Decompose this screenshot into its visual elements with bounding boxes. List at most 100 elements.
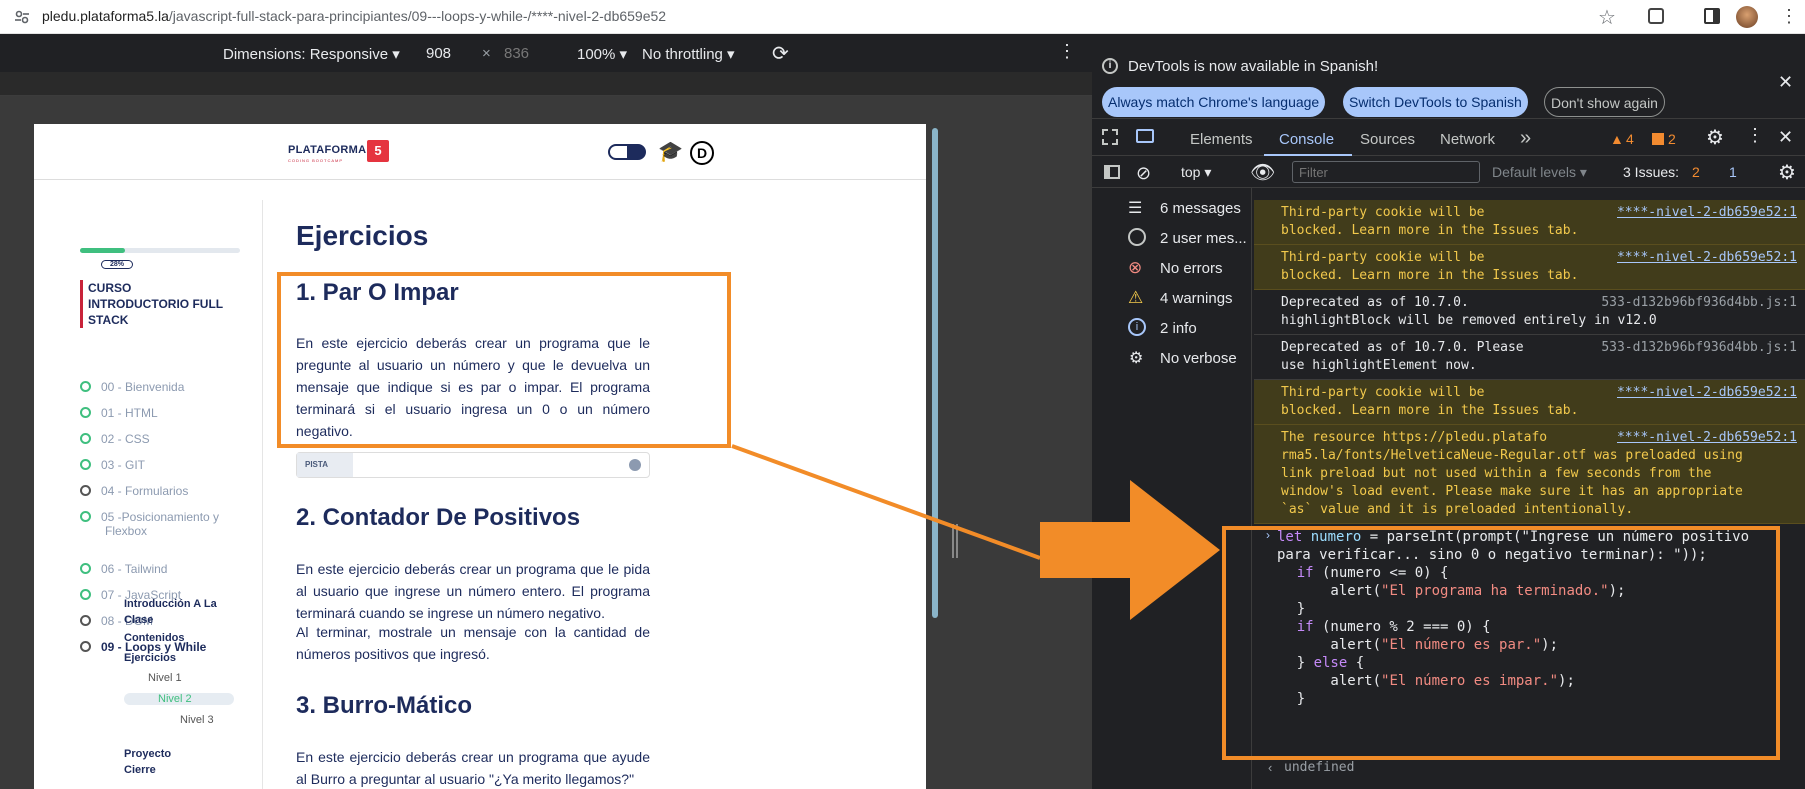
sub-item[interactable]: Cierre: [124, 764, 156, 776]
throttle-select[interactable]: No throttling ▾: [642, 45, 735, 63]
sub-item[interactable]: Ejercicios: [124, 652, 176, 664]
console-message[interactable]: Deprecated as of 10.7.0. highlightBlock …: [1254, 290, 1805, 335]
width-input[interactable]: 908: [426, 45, 451, 62]
issues-error-count[interactable]: 2: [1692, 164, 1700, 180]
avatar[interactable]: [1736, 6, 1758, 28]
sidebar-item[interactable]: 04 - Formularios: [80, 484, 188, 498]
sidebar-item[interactable]: 02 - CSS: [80, 432, 150, 446]
filter-input[interactable]: [1292, 161, 1480, 183]
ex3-text: En este ejercicio deberás crear un progr…: [296, 749, 650, 787]
message-source-link[interactable]: 533-d132b96bf936d4bb.js:1: [1601, 294, 1797, 312]
inspect-icon[interactable]: [1102, 129, 1118, 145]
side-panel-icon[interactable]: [1704, 8, 1720, 24]
sidebar-verbose[interactable]: No verbose: [1160, 350, 1237, 367]
tab-console[interactable]: Console: [1279, 131, 1334, 148]
logo-subtitle: CODING BOOTCAMP: [288, 158, 344, 163]
message-source-link[interactable]: ****-nivel-2-db659e52:1: [1617, 204, 1797, 222]
console-message[interactable]: The resource https://pledu.platafo rma5.…: [1254, 425, 1805, 524]
pista-bar[interactable]: PISTA: [296, 452, 650, 478]
sidebar-item[interactable]: 05 -Posicionamiento y Flexbox: [80, 510, 219, 538]
issues-label[interactable]: 3 Issues:: [1623, 164, 1679, 180]
nivel-item[interactable]: Nivel 3: [130, 714, 214, 726]
clear-console-icon[interactable]: ⊘: [1136, 163, 1151, 184]
sidebar-item-label: 02 - CSS: [101, 432, 150, 446]
sidebar-item-label-2: Flexbox: [105, 524, 148, 538]
switch-spanish-button[interactable]: Switch DevTools to Spanish: [1343, 87, 1528, 117]
sidebar-item[interactable]: 06 - Tailwind: [80, 562, 167, 576]
sidebar-item[interactable]: 00 - Bienvenida: [80, 380, 184, 394]
sidebar-item-label: 00 - Bienvenida: [101, 380, 185, 394]
nivel-item[interactable]: Nivel 2: [124, 693, 234, 705]
highlight-exercise-box: [277, 272, 731, 448]
message-source-link[interactable]: ****-nivel-2-db659e52:1: [1617, 429, 1797, 447]
message-source-link[interactable]: 533-d132b96bf936d4bb.js:1: [1601, 339, 1797, 357]
sidebar-errors[interactable]: No errors: [1160, 260, 1223, 277]
settings-gear-icon[interactable]: ⚙: [1706, 125, 1724, 150]
user-avatar-icon[interactable]: D: [690, 141, 714, 165]
match-language-button[interactable]: Always match Chrome's language: [1102, 87, 1326, 117]
context-select[interactable]: top ▾: [1181, 164, 1211, 181]
message-source-link[interactable]: ****-nivel-2-db659e52:1: [1617, 384, 1797, 402]
ex2-title: 2. Contador De Positivos: [296, 504, 581, 531]
error-count[interactable]: 2: [1668, 131, 1676, 147]
dont-show-button[interactable]: Don't show again: [1544, 87, 1665, 117]
console-settings-icon[interactable]: ⚙: [1778, 160, 1796, 185]
sidebar-item-label: 05 -Posicionamiento y: [101, 510, 220, 524]
issues-info-count[interactable]: 1: [1729, 164, 1737, 180]
sub-item[interactable]: Introducción A La: [124, 598, 217, 610]
console-message[interactable]: Third-party cookie will be blocked. Lear…: [1254, 245, 1805, 290]
bookmark-star-icon[interactable]: ☆: [1598, 5, 1616, 30]
sidebar-warnings[interactable]: 4 warnings: [1160, 290, 1233, 307]
url-text[interactable]: pledu.plataforma5.la/javascript-full-sta…: [42, 8, 666, 24]
theme-toggle-icon[interactable]: [608, 144, 646, 160]
rotate-icon[interactable]: ⟳: [772, 41, 789, 66]
sub-item[interactable]: Proyecto: [124, 748, 171, 760]
zoom-select[interactable]: 100% ▾: [577, 45, 627, 63]
more-tabs-icon[interactable]: »: [1520, 127, 1531, 150]
info-circle-icon: i: [1128, 318, 1146, 336]
device-toggle-icon[interactable]: [1136, 129, 1154, 143]
live-expression-icon[interactable]: 👁: [1250, 160, 1275, 185]
logo[interactable]: PLATAFORMA: [288, 144, 366, 156]
sub-item[interactable]: Contenidos: [124, 632, 185, 644]
logo-number: 5: [367, 140, 389, 162]
error-count-icon[interactable]: [1652, 133, 1664, 145]
progress-label: 28%: [101, 260, 134, 269]
dimensions-select[interactable]: Dimensions: Responsive ▾: [223, 45, 400, 63]
sidebar-toggle-icon[interactable]: [1104, 165, 1120, 179]
console-result: undefined: [1284, 760, 1355, 775]
tab-elements[interactable]: Elements: [1190, 131, 1253, 148]
console-message[interactable]: Third-party cookie will be blocked. Lear…: [1254, 380, 1805, 425]
address-bar[interactable]: pledu.plataforma5.la/javascript-full-sta…: [0, 0, 1805, 34]
sidebar-item[interactable]: 03 - GIT: [80, 458, 145, 472]
devtools-menu-icon[interactable]: ⋮: [1746, 125, 1764, 146]
ex2-text2: Al terminar, mostrale un mensaje con la …: [296, 624, 650, 662]
extensions-icon[interactable]: [1648, 8, 1664, 24]
device-menu-icon[interactable]: ⋮: [1058, 41, 1076, 62]
info-icon: i: [1102, 58, 1118, 74]
graduation-cap-icon[interactable]: 🎓: [658, 139, 683, 164]
check-circle-icon: [80, 433, 91, 444]
warning-count[interactable]: 4: [1626, 131, 1634, 147]
tab-network[interactable]: Network: [1440, 131, 1495, 148]
message-source-link[interactable]: ****-nivel-2-db659e52:1: [1617, 249, 1797, 267]
media-query-ruler: [0, 72, 1092, 96]
console-message[interactable]: Deprecated as of 10.7.0. Please use high…: [1254, 335, 1805, 380]
warning-count-icon[interactable]: ▲: [1610, 131, 1624, 147]
sidebar-user-messages[interactable]: 2 user mes...: [1160, 230, 1247, 247]
eye-icon[interactable]: [629, 459, 641, 471]
nivel-item[interactable]: Nivel 1: [130, 672, 182, 684]
console-message[interactable]: Third-party cookie will be blocked. Lear…: [1254, 200, 1805, 245]
list-icon: ☰: [1128, 200, 1143, 217]
site-info-icon[interactable]: [14, 9, 30, 25]
kebab-menu-icon[interactable]: ⋮: [1780, 6, 1798, 27]
close-banner-icon[interactable]: ✕: [1778, 72, 1793, 93]
close-devtools-icon[interactable]: ✕: [1778, 127, 1793, 148]
levels-select[interactable]: Default levels ▾: [1492, 164, 1587, 181]
sub-item: Clase: [124, 614, 154, 626]
height-input[interactable]: 836: [504, 45, 529, 62]
sidebar-messages[interactable]: 6 messages: [1160, 200, 1241, 217]
sidebar-item[interactable]: 01 - HTML: [80, 406, 158, 420]
tab-sources[interactable]: Sources: [1360, 131, 1415, 148]
sidebar-info[interactable]: 2 info: [1160, 320, 1197, 337]
